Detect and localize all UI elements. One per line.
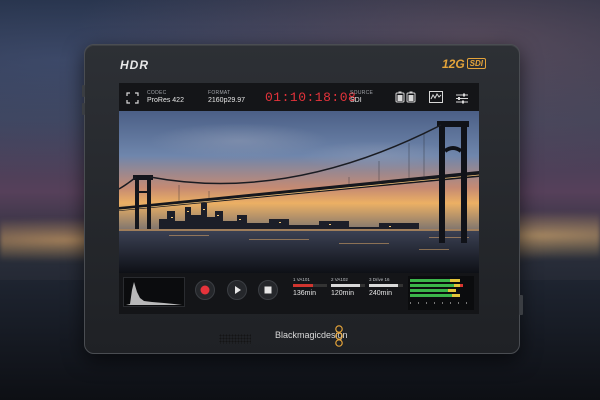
format-label: FORMAT — [208, 90, 231, 96]
video-preview — [119, 111, 479, 273]
stop-icon — [264, 286, 272, 294]
timecode[interactable]: 01:10:18:08 — [265, 90, 356, 105]
disk-space-bar — [369, 284, 403, 287]
side-button-bottom[interactable] — [82, 103, 85, 115]
disk-fill — [369, 284, 398, 287]
waveform-icon[interactable] — [429, 90, 443, 108]
record-icon — [200, 285, 210, 295]
disk-time: 240min — [369, 290, 392, 297]
disk-2[interactable]: 2 VA102 120min — [331, 277, 365, 297]
disk-name: 3 Drive 16 — [369, 277, 390, 282]
disk-time: 136min — [293, 290, 316, 297]
record-button[interactable] — [195, 280, 215, 300]
disk-fill — [293, 284, 314, 287]
monitor-screen: CODEC ProRes 422 FORMAT 2160p29.97 01:10… — [119, 83, 479, 314]
speaker-grille — [219, 334, 251, 344]
disk-fill — [331, 284, 360, 287]
bridge-image — [119, 111, 479, 273]
play-button[interactable] — [227, 280, 247, 300]
source-label: SOURCE — [350, 90, 374, 96]
sdi-logo-sub: SDI — [466, 58, 486, 69]
play-icon — [235, 286, 241, 294]
stop-button[interactable] — [258, 280, 278, 300]
battery-icon[interactable] — [395, 90, 417, 108]
codec-value[interactable]: ProRes 422 — [147, 97, 184, 104]
audio-meters[interactable] — [408, 276, 474, 310]
side-port-right — [519, 295, 523, 315]
disk-3[interactable]: 3 Drive 16 240min — [369, 277, 403, 297]
brand-mark-icon — [334, 325, 344, 352]
histogram — [123, 277, 185, 307]
format-value[interactable]: 2160p29.97 — [208, 97, 245, 104]
bottom-control-bar: 1 VA101 136min 2 VA102 120min 3 Drive 16… — [119, 273, 479, 314]
codec-label: CODEC — [147, 90, 167, 96]
side-button-top[interactable] — [82, 85, 85, 97]
disk-name: 1 VA101 — [293, 277, 310, 282]
disk-1[interactable]: 1 VA101 136min — [293, 277, 327, 297]
monitor-body: HDR 12G SDI CODEC ProRes 422 FORMAT 2160p… — [82, 44, 523, 354]
settings-sliders-icon[interactable] — [456, 91, 468, 109]
12g-sdi-logo: 12G SDI — [442, 57, 486, 71]
disk-name: 2 VA102 — [331, 277, 348, 282]
disk-space-bar — [331, 284, 365, 287]
hdr-logo: HDR — [120, 58, 149, 72]
fullscreen-icon[interactable] — [126, 91, 139, 109]
disk-space-bar — [293, 284, 327, 287]
disk-time: 120min — [331, 290, 354, 297]
top-status-bar: CODEC ProRes 422 FORMAT 2160p29.97 01:10… — [119, 83, 479, 111]
source-value[interactable]: SDI — [350, 97, 362, 104]
sdi-logo-main: 12G — [441, 57, 465, 71]
